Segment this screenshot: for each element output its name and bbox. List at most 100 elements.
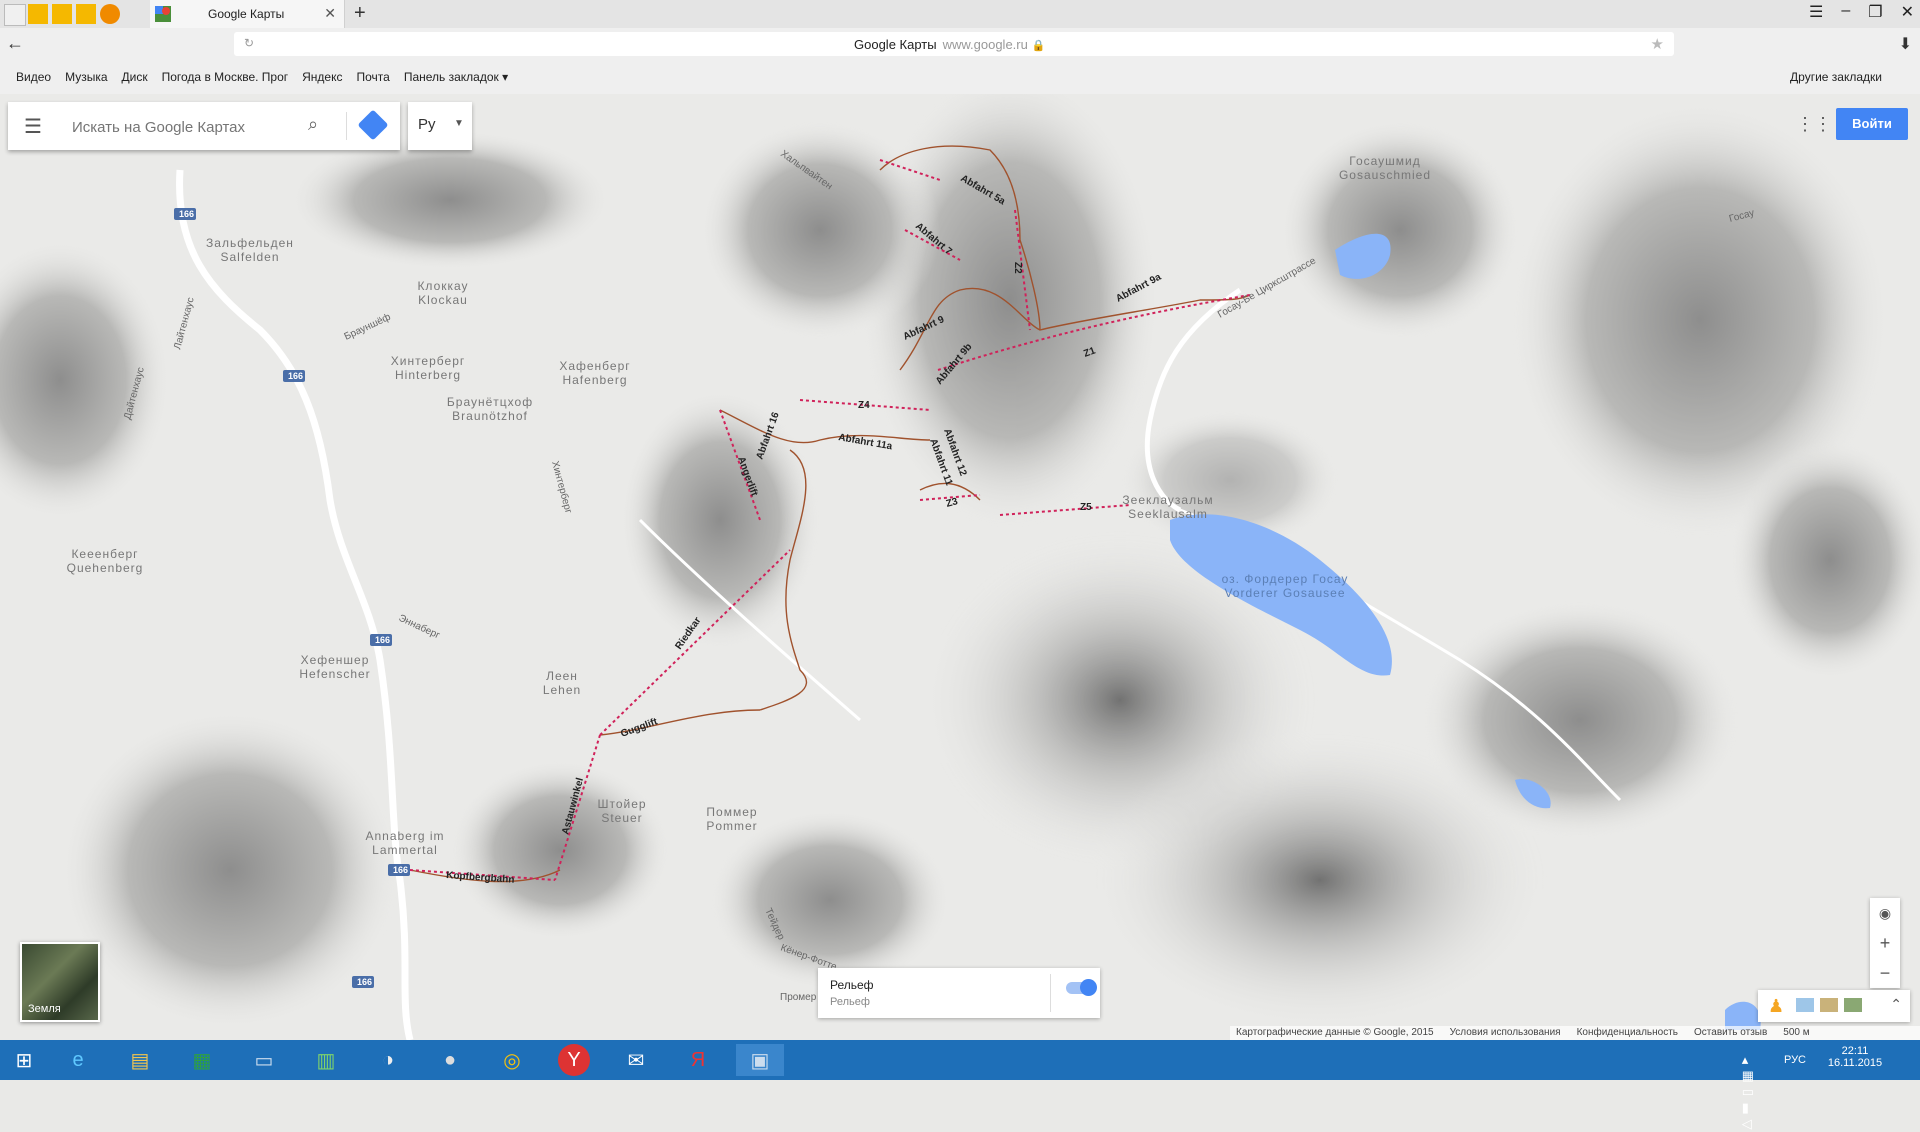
svg-text:166: 166: [393, 865, 408, 875]
place-label: Кееенберг: [71, 547, 138, 561]
search-input[interactable]: [70, 114, 304, 140]
pegman-icon[interactable]: ♟: [1768, 996, 1784, 1017]
terrain-map[interactable]: 166 166 166 166 166 ГосаушмидGosauschmie…: [0, 94, 1920, 1040]
svg-text:Lehen: Lehen: [543, 683, 581, 697]
bookmark-disk[interactable]: Диск: [122, 70, 148, 84]
place-label: Зееклаузальм: [1122, 493, 1213, 507]
pinned-tab-cloud-icon[interactable]: [100, 4, 120, 24]
bookmark-video[interactable]: Видео: [16, 70, 51, 84]
imagery-thumb-3[interactable]: [1844, 998, 1862, 1012]
time-text: 22:11: [1841, 1045, 1869, 1057]
pinned-tab-play-icon-3[interactable]: [76, 4, 96, 24]
chevron-down-icon: ▼: [454, 118, 464, 129]
svg-text:Hafenberg: Hafenberg: [562, 373, 627, 387]
imagery-thumb-1[interactable]: [1796, 998, 1814, 1012]
pinned-tab-play-icon[interactable]: [28, 4, 48, 24]
lake-label: оз. Фордерер Госау: [1222, 572, 1349, 586]
bookmark-yandex[interactable]: Яндекс: [302, 70, 342, 84]
speaker-app-icon[interactable]: ◑: [364, 1044, 412, 1076]
new-tab-button[interactable]: +: [354, 2, 366, 25]
address-domain: www.google.ru: [942, 37, 1028, 52]
close-tab-icon[interactable]: ✕: [324, 5, 336, 22]
copyright-text: Картографические данные © Google, 2015: [1236, 1027, 1434, 1038]
lock-icon: 🔒: [1031, 40, 1046, 52]
ie-icon[interactable]: e: [54, 1044, 102, 1076]
bookmark-panel[interactable]: Панель закладок ▾: [404, 70, 508, 84]
language-value: Ру: [418, 116, 436, 133]
place-label: Госаушмид: [1349, 154, 1421, 168]
tab-google-maps[interactable]: Google Карты ✕: [150, 0, 345, 28]
scale-label: 500 м: [1783, 1027, 1810, 1038]
zoom-in-button[interactable]: +: [1870, 928, 1900, 958]
svg-text:Z4: Z4: [858, 400, 870, 411]
back-arrow-icon[interactable]: ←: [6, 33, 24, 54]
place-label: Хинтерберг: [391, 354, 466, 368]
bookmarks-bar: Видео Музыка Диск Погода в Москве. Прог …: [16, 70, 508, 84]
place-label: Хефеншер: [301, 653, 370, 667]
bookmark-music[interactable]: Музыка: [65, 70, 107, 84]
download-icon[interactable]: ⬇: [1899, 34, 1912, 54]
map-footer: Картографические данные © Google, 2015 У…: [1230, 1026, 1920, 1040]
menu-icon[interactable]: ☰: [24, 114, 42, 139]
place-label: Леен: [546, 669, 578, 683]
clock[interactable]: 22:11 16.11.2015: [1820, 1045, 1890, 1069]
chevron-up-icon[interactable]: ⌃: [1890, 996, 1902, 1013]
my-location-icon[interactable]: ◉: [1870, 898, 1900, 928]
earth-label: Земля: [28, 1003, 61, 1015]
store-icon[interactable]: ▦: [178, 1044, 226, 1076]
layer-title: Рельеф: [830, 978, 874, 992]
bookmark-star-icon[interactable]: ★: [1651, 35, 1664, 53]
yandex-icon[interactable]: Я: [674, 1044, 722, 1076]
place-label: Браунётцхоф: [447, 395, 533, 409]
bookmark-mail[interactable]: Почта: [357, 70, 390, 84]
mail-icon[interactable]: ✉: [612, 1044, 660, 1076]
svg-text:Pommer: Pommer: [706, 819, 757, 833]
place-label: Annaberg im: [365, 829, 444, 843]
minimize-icon[interactable]: –: [1841, 2, 1850, 22]
signin-button[interactable]: Войти: [1836, 108, 1908, 140]
close-window-icon[interactable]: ✕: [1901, 2, 1914, 22]
tab-title: Google Карты: [208, 7, 285, 21]
calculator-icon[interactable]: ▥: [302, 1044, 350, 1076]
media-icon[interactable]: ●: [426, 1044, 474, 1076]
svg-text:166: 166: [288, 371, 303, 381]
zoom-controls: ◉ + −: [1870, 898, 1900, 988]
imagery-thumb-2[interactable]: [1820, 998, 1838, 1012]
terms-link[interactable]: Условия использования: [1450, 1026, 1561, 1040]
svg-text:Braunötzhof: Braunötzhof: [452, 409, 528, 423]
browser-chrome: Google Карты ✕ + ☰ – ❐ ✕ ← ↻ Google Карт…: [0, 0, 1920, 94]
pinned-tab-doc-icon[interactable]: [4, 4, 26, 26]
place-label: Штойер: [597, 797, 646, 811]
earth-view-button[interactable]: Земля: [20, 942, 100, 1022]
pinned-tab-play-icon-2[interactable]: [52, 4, 72, 24]
bookmark-weather[interactable]: Погода в Москве. Прог: [162, 70, 289, 84]
menu-icon[interactable]: ☰: [1809, 2, 1823, 22]
divider: [1050, 974, 1051, 1012]
restore-icon[interactable]: ❐: [1868, 2, 1882, 22]
directions-icon[interactable]: [357, 109, 389, 141]
tab-bar: Google Карты ✕ + ☰ – ❐ ✕: [0, 0, 1920, 28]
svg-text:Lammertal: Lammertal: [372, 843, 438, 857]
place-label: Хафенберг: [559, 359, 630, 373]
date-text: 16.11.2015: [1827, 1057, 1883, 1069]
app-window-icon[interactable]: ▣: [736, 1044, 784, 1076]
svg-text:Z5: Z5: [1080, 502, 1092, 513]
yandex-browser-icon[interactable]: Y: [558, 1044, 590, 1076]
input-language[interactable]: РУС: [1784, 1054, 1806, 1066]
toggle-knob[interactable]: [1080, 979, 1097, 996]
svg-text:Steuer: Steuer: [601, 811, 642, 825]
language-select[interactable]: Ру ▼: [408, 102, 472, 150]
place-label: Клоккау: [417, 279, 468, 293]
tray-icons[interactable]: ▴ ▦ ▭ ▮ ◁: [1742, 1052, 1760, 1132]
chrome-icon[interactable]: ◎: [488, 1044, 536, 1076]
explorer-icon[interactable]: ▤: [116, 1044, 164, 1076]
other-bookmarks[interactable]: Другие закладки: [1790, 70, 1882, 84]
reload-icon[interactable]: ↻: [244, 36, 254, 50]
start-icon[interactable]: ⊞: [0, 1044, 48, 1076]
privacy-link[interactable]: Конфиденциальность: [1577, 1026, 1678, 1040]
search-icon[interactable]: ⌕: [308, 114, 318, 135]
computer-icon[interactable]: ▭: [240, 1044, 288, 1076]
feedback-link[interactable]: Оставить отзыв: [1694, 1026, 1767, 1040]
zoom-out-button[interactable]: −: [1870, 958, 1900, 988]
address-bar[interactable]: ↻ Google Карты www.google.ru 🔒 ★: [234, 32, 1674, 56]
